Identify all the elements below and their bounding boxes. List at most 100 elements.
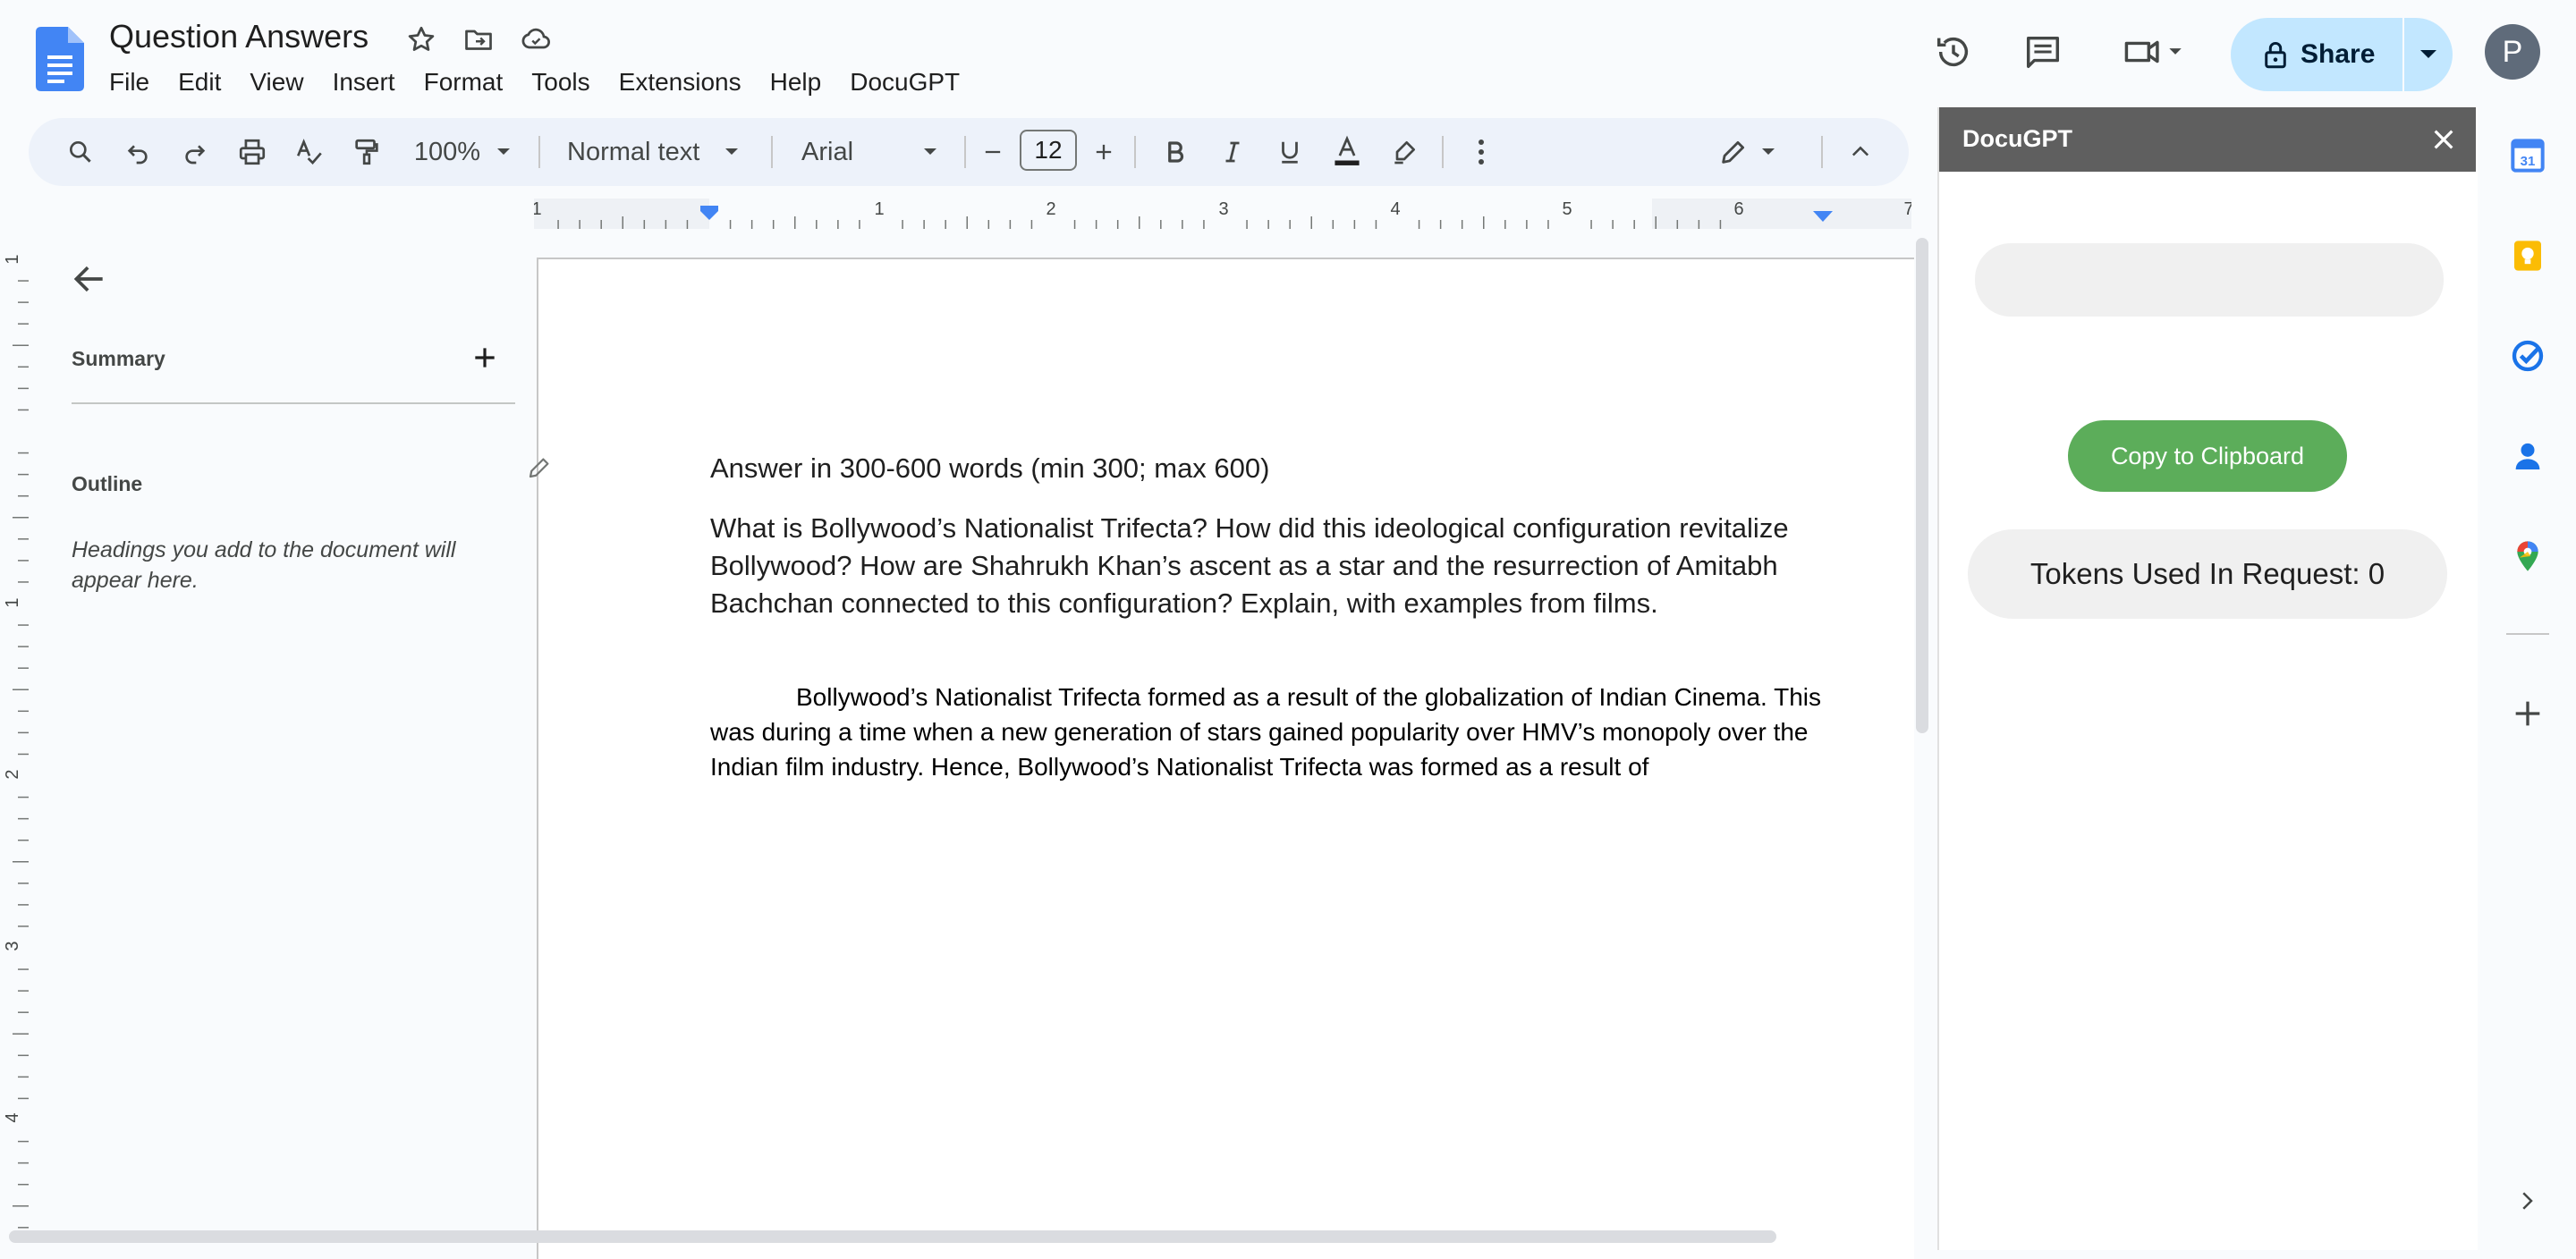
paragraph-style-select[interactable]: Normal text [556,118,782,186]
vertical-scrollbar[interactable] [1916,238,1928,733]
question-heading[interactable]: Answer in 300-600 words (min 300; max 60… [710,452,1269,485]
editing-mode-select[interactable] [1707,118,1787,186]
ruler-tick-label: 1 [874,199,884,219]
underline-icon[interactable] [1265,118,1315,186]
star-icon[interactable] [405,23,437,55]
ruler-tick-label: 3 [1218,199,1228,219]
comments-icon[interactable] [2014,23,2072,80]
add-icon[interactable] [2510,696,2546,731]
horizontal-ruler[interactable]: 1 1 2 3 4 5 6 7 [534,199,1911,229]
tasks-icon[interactable] [2510,338,2546,374]
bold-icon[interactable] [1150,118,1200,186]
font-family-value: Arial [801,137,854,166]
print-icon[interactable] [227,118,277,186]
ruler-tick-label: 1 [3,597,22,607]
toolbar-divider [1442,136,1444,168]
move-folder-icon[interactable] [462,23,495,55]
menu-help[interactable]: Help [756,64,836,100]
question-text[interactable]: What is Bollywood’s Nationalist Trifecta… [710,510,1837,622]
decrease-font-size-icon[interactable] [973,118,1013,186]
search-menus-icon[interactable] [55,118,106,186]
add-summary-icon[interactable] [470,343,499,372]
menu-edit[interactable]: Edit [164,64,235,100]
account-avatar[interactable]: P [2485,24,2540,80]
toolbar-divider [771,136,773,168]
italic-icon[interactable] [1208,118,1258,186]
ruler-tick-label: 4 [3,1112,22,1122]
menu-file[interactable]: File [109,64,164,100]
horizontal-scrollbar[interactable] [9,1230,1776,1243]
outline-empty-hint: Headings you add to the document will ap… [72,537,456,593]
lock-icon [2263,40,2288,69]
menu-format[interactable]: Format [410,64,518,100]
undo-icon[interactable] [113,118,163,186]
more-options-icon[interactable] [1456,118,1506,186]
zoom-select[interactable]: 100% [404,118,521,186]
addons-rail [2478,107,2576,1250]
contacts-icon[interactable] [2510,438,2546,474]
menu-bar: File Edit View Insert Format Tools Exten… [109,64,974,100]
menu-tools[interactable]: Tools [517,64,604,100]
zoom-caret-icon [497,148,511,155]
maps-icon[interactable] [2510,538,2546,574]
close-icon[interactable] [2429,125,2458,154]
menu-insert[interactable]: Insert [318,64,410,100]
ruler-tick-label: 3 [3,941,22,951]
text-color-icon[interactable] [1322,118,1372,186]
outline-heading: Outline [72,472,143,495]
paragraph-style-value: Normal text [567,137,700,166]
tokens-used-display: Tokens Used In Request: 0 [1968,529,2447,619]
ruler-tick-label: 5 [1562,199,1572,219]
font-family-select[interactable]: Arial [789,118,989,186]
paint-format-icon[interactable] [342,118,392,186]
ruler-tick-label: 1 [3,254,22,264]
rail-divider [2506,633,2549,635]
toolbar-divider [1134,136,1136,168]
meet-button[interactable] [2116,23,2195,80]
version-history-icon[interactable] [1925,23,1982,80]
summary-heading: Summary [72,347,165,370]
increase-font-size-icon[interactable] [1084,118,1123,186]
share-button[interactable]: Share [2231,18,2453,91]
ruler-tick-label: 4 [1390,199,1400,219]
ruler-tick-label: 2 [3,769,22,779]
docugpt-panel-title: DocuGPT [1962,125,2073,152]
toolbar-divider [964,136,966,168]
summary-divider [72,402,515,404]
share-main-button[interactable]: Share [2231,18,2402,91]
redo-icon[interactable] [170,118,220,186]
spellcheck-icon[interactable] [284,118,335,186]
keep-icon[interactable] [2510,238,2546,274]
menu-extensions[interactable]: Extensions [605,64,756,100]
answer-paragraph[interactable]: Bollywood’s Nationalist Trifecta formed … [710,680,1828,784]
editing-caret-icon [1762,148,1775,155]
toolbar-divider [538,136,540,168]
ruler-tick-label: 6 [1733,199,1743,219]
highlight-color-icon[interactable] [1379,118,1429,186]
share-label: Share [2301,39,2376,69]
ruler-tick-label: 1 [534,199,542,219]
menu-view[interactable]: View [235,64,318,100]
docugpt-panel-header: DocuGPT [1939,107,2476,172]
font-size-input[interactable]: 12 [1020,130,1077,171]
collapse-toolbar-icon[interactable] [1835,118,1885,186]
margin-edit-icon[interactable] [526,454,553,481]
expand-panel-icon[interactable] [2513,1187,2540,1214]
docugpt-prompt-input[interactable] [1975,243,2444,317]
ruler-tick-label: 2 [1046,199,1055,219]
share-dropdown-icon[interactable] [2404,18,2453,91]
style-caret-icon [725,148,739,155]
font-caret-icon [924,148,936,155]
copy-to-clipboard-button[interactable]: Copy to Clipboard [2068,420,2347,492]
docs-logo-icon[interactable] [36,27,84,91]
calendar-icon[interactable]: 31 [2510,138,2546,173]
menu-docugpt[interactable]: DocuGPT [835,64,974,100]
svg-text:31: 31 [2521,154,2536,169]
vertical-ruler[interactable]: 1 1 2 3 4 [0,229,29,1230]
toolbar-divider [1821,136,1823,168]
ruler-tick-label: 7 [1903,199,1911,219]
cloud-saved-icon[interactable] [520,23,552,55]
document-title[interactable]: Question Answers [109,16,369,57]
zoom-value: 100% [413,137,481,166]
back-arrow-icon[interactable] [70,259,109,299]
